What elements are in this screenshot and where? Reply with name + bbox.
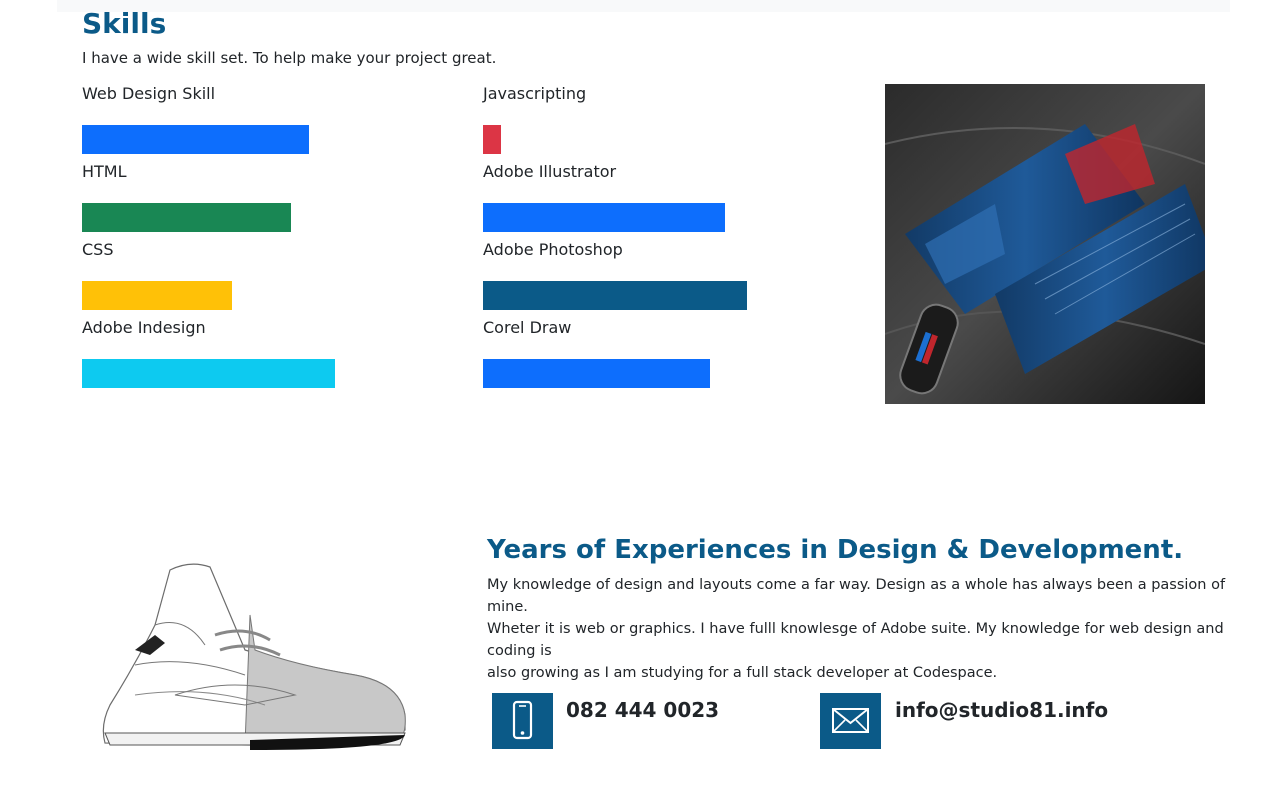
skill-bar xyxy=(483,125,501,154)
skill-item: Adobe Illustrator xyxy=(483,162,843,240)
skill-label: Javascripting xyxy=(483,84,587,103)
skill-label: Adobe Photoshop xyxy=(483,240,623,259)
skill-label: Corel Draw xyxy=(483,318,572,337)
skill-label: CSS xyxy=(82,240,114,259)
sneaker-icon xyxy=(102,563,406,750)
top-strip xyxy=(57,0,1230,12)
skill-label: Adobe Illustrator xyxy=(483,162,617,181)
envelope-icon xyxy=(832,708,869,733)
skill-item: CSS xyxy=(82,240,442,318)
brochure-photo xyxy=(885,84,1205,404)
brochure-illustration xyxy=(885,84,1205,404)
mobile-phone-icon xyxy=(512,700,533,740)
sneaker-illustration xyxy=(95,555,415,755)
skills-subtitle: I have a wide skill set. To help make yo… xyxy=(82,49,497,67)
skill-bar xyxy=(82,359,335,388)
skill-item: Adobe Photoshop xyxy=(483,240,843,318)
experience-title: Years of Experiences in Design & Develop… xyxy=(487,535,1184,565)
skill-bar xyxy=(483,359,710,388)
skill-item: HTML xyxy=(82,162,442,240)
skill-item: Web Design Skill xyxy=(82,84,442,162)
experience-text: My knowledge of design and layouts come … xyxy=(487,577,1226,681)
skills-left-column: Web Design Skill HTML CSS Adobe Indesign xyxy=(82,84,442,396)
skill-item: Adobe Indesign xyxy=(82,318,442,396)
skill-label: Web Design Skill xyxy=(82,84,216,103)
phone-icon-box xyxy=(492,693,553,749)
skills-right-column: Javascripting Adobe Illustrator Adobe Ph… xyxy=(483,84,843,396)
skill-bar xyxy=(82,125,309,154)
skill-bar xyxy=(483,203,725,232)
email-address[interactable]: info@studio81.info xyxy=(895,698,1108,722)
email-icon-box xyxy=(820,693,881,749)
skill-label: Adobe Indesign xyxy=(82,318,206,337)
skill-bar xyxy=(82,281,232,310)
skill-bar xyxy=(82,203,291,232)
skills-title: Skills xyxy=(82,7,167,40)
skill-item: Javascripting xyxy=(483,84,843,162)
skill-bar xyxy=(483,281,747,310)
skill-item: Corel Draw xyxy=(483,318,843,396)
phone-number[interactable]: 082 444 0023 xyxy=(566,698,719,722)
skill-label: HTML xyxy=(82,162,127,181)
